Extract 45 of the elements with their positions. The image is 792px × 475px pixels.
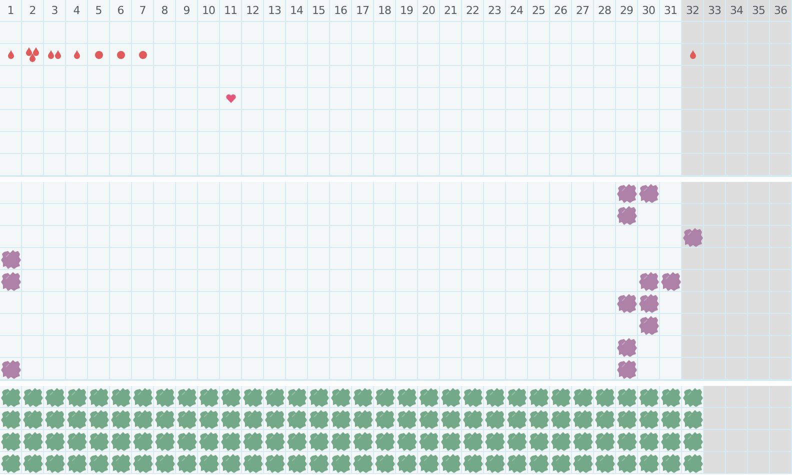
day-number: 21: [440, 0, 462, 22]
day-number: 16: [330, 0, 352, 22]
day-number: 33: [704, 0, 726, 22]
day-number: 3: [44, 0, 66, 22]
spot-icon: [138, 50, 146, 58]
day-number: 31: [660, 0, 682, 22]
day-number: 18: [374, 0, 396, 22]
day-number: 30: [638, 0, 660, 22]
day-number: 8: [154, 0, 176, 22]
spot-icon: [116, 50, 124, 58]
day-number: 9: [176, 0, 198, 22]
day-number: 5: [88, 0, 110, 22]
day-number: 28: [594, 0, 616, 22]
day-number: 12: [242, 0, 264, 22]
day-number: 19: [396, 0, 418, 22]
day-number: 20: [418, 0, 440, 22]
drops-icon: [26, 47, 39, 62]
day-number: 26: [550, 0, 572, 22]
day-number: 36: [770, 0, 792, 22]
day-number: 23: [484, 0, 506, 22]
drop-icon: [74, 50, 80, 59]
day-number: 27: [572, 0, 594, 22]
day-number: 24: [506, 0, 528, 22]
day-number: 13: [264, 0, 286, 22]
day-number: 10: [198, 0, 220, 22]
day-number: 17: [352, 0, 374, 22]
day-number: 34: [726, 0, 748, 22]
day-number: 1: [0, 0, 22, 22]
day-number: 7: [132, 0, 154, 22]
day-number: 11: [220, 0, 242, 22]
day-number: 4: [66, 0, 88, 22]
day-number: 6: [110, 0, 132, 22]
heart-icon: [226, 94, 236, 103]
day-number: 2: [22, 0, 44, 22]
day-number: 25: [528, 0, 550, 22]
drops-icon: [48, 50, 61, 59]
day-number: 22: [462, 0, 484, 22]
day-number: 29: [616, 0, 638, 22]
drop-icon: [690, 50, 696, 59]
spot-icon: [94, 50, 102, 58]
day-number: 15: [308, 0, 330, 22]
drop-icon: [8, 50, 14, 59]
day-number: 35: [748, 0, 770, 22]
day-number: 32: [682, 0, 704, 22]
day-number: 14: [286, 0, 308, 22]
